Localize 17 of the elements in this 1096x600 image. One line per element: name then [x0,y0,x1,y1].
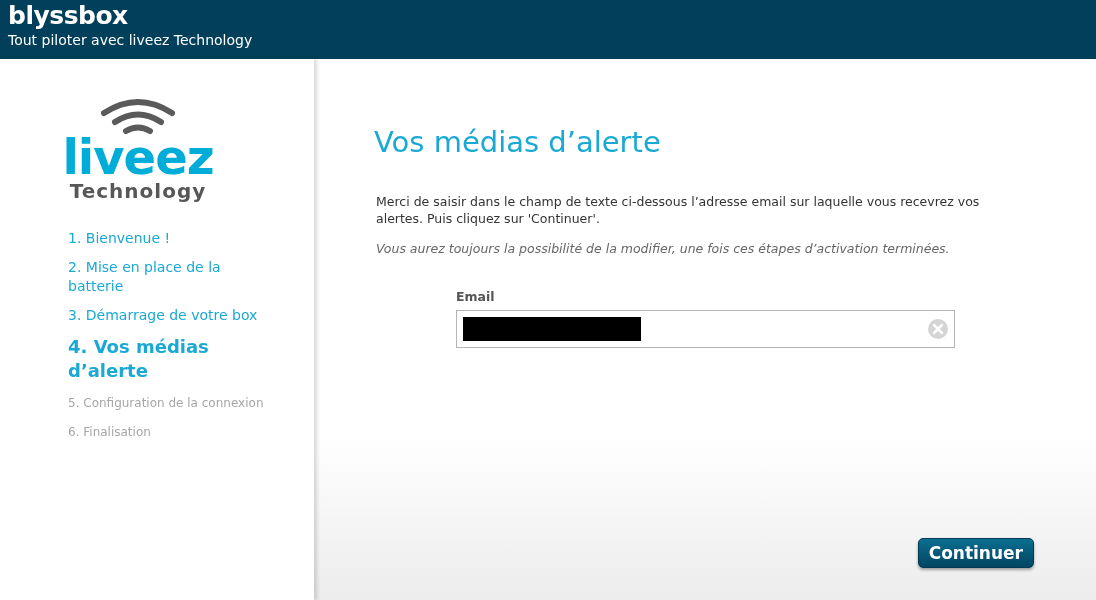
step-item[interactable]: 4. Vos médias d’alerte [68,335,268,383]
brand-name: blyssbox [8,2,128,30]
step-item[interactable]: 1. Bienvenue ! [68,229,268,248]
step-item[interactable]: 6. Finalisation [68,424,268,440]
logo-subtitle: Technology [69,179,207,203]
email-field[interactable] [456,310,955,348]
continue-button[interactable]: Continuer [917,538,1034,568]
instructions-text: Merci de saisir dans le champ de texte ci-dessous l’adresse email sur laquelle vous recevrez vos alertes. Puis cliquez sur 'Continuer'. [375,193,981,227]
email-label: Email [456,289,495,304]
note-text: Vous aurez toujours la possibilité de la modifier, une fois ces étapes d’activation terminées. [375,240,951,257]
wifi-icon [98,97,178,135]
page-title: Vos médias d’alerte [374,125,661,159]
logo-wordmark: liveez [62,135,214,179]
step-item[interactable]: 2. Mise en place de la batterie [68,258,268,296]
step-item[interactable]: 3. Démarrage de votre box [68,306,268,325]
step-item[interactable]: 5. Configuration de la connexion [68,395,268,411]
tagline: Tout piloter avec liveez Technology [8,31,253,50]
